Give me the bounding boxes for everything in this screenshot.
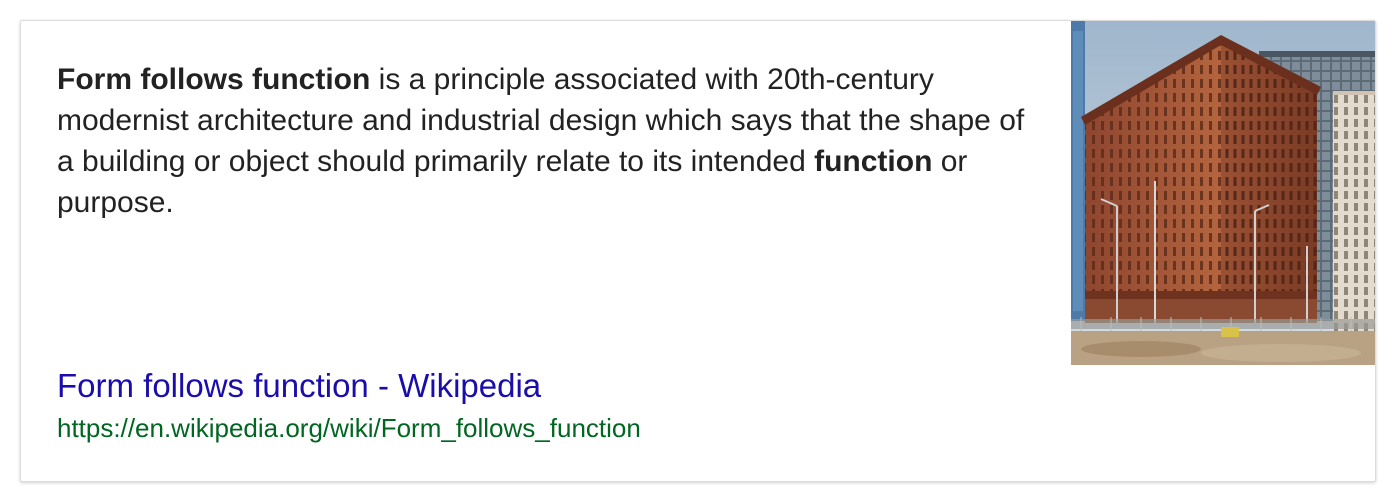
snippet-term: Form follows function	[57, 63, 371, 96]
snippet-text: Form follows function is a principle ass…	[57, 59, 1047, 223]
building-photo[interactable]	[1071, 21, 1375, 365]
result-title-link[interactable]: Form follows function - Wikipedia	[57, 366, 541, 406]
snippet-emphasis: function	[814, 145, 933, 178]
result-url: https://en.wikipedia.org/wiki/Form_follo…	[57, 413, 641, 443]
featured-snippet-card: Form follows function is a principle ass…	[20, 20, 1376, 482]
